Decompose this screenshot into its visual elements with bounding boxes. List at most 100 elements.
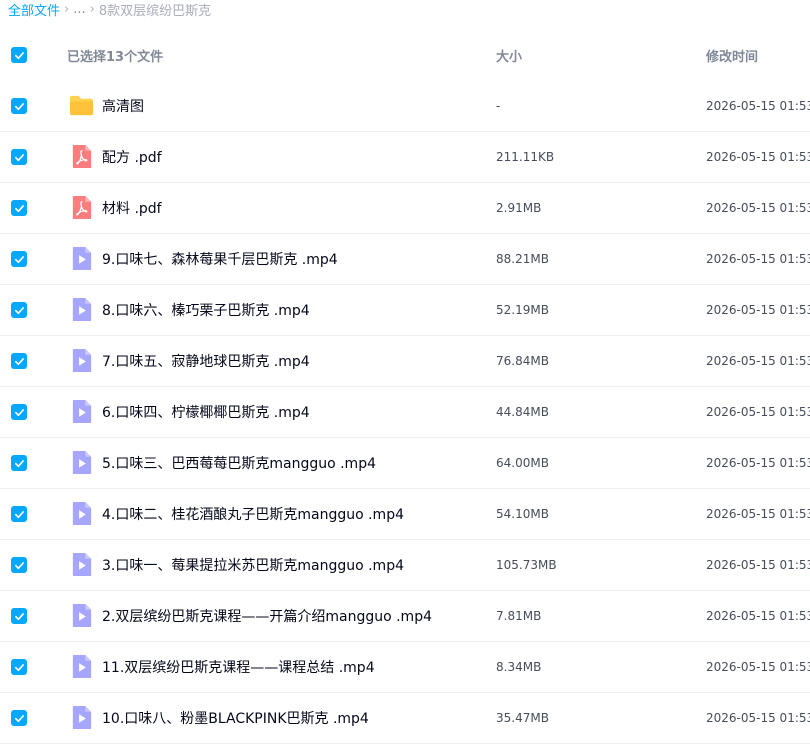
file-name-cell[interactable]: 高清图 (69, 80, 144, 131)
file-size: 8.34MB (496, 659, 542, 674)
file-row[interactable]: 材料 .pdf 2.91MB 2026-05-15 01:53 (0, 182, 810, 234)
file-name-cell[interactable]: 7.口味五、寂静地球巴斯克 .mp4 (69, 335, 310, 386)
file-name[interactable]: 7.口味五、寂静地球巴斯克 .mp4 (102, 351, 310, 371)
file-name-cell[interactable]: 3.口味一、莓果提拉米苏巴斯克mangguo .mp4 (69, 539, 404, 590)
file-size: 54.10MB (496, 506, 549, 521)
file-row[interactable]: 11.双层缤纷巴斯克课程——课程总结 .mp4 8.34MB 2026-05-1… (0, 641, 810, 693)
file-row[interactable]: 9.口味七、森林莓果千层巴斯克 .mp4 88.21MB 2026-05-15 … (0, 233, 810, 285)
row-checkbox[interactable] (11, 302, 27, 318)
file-modified-time: 2026-05-15 01:53 (706, 353, 810, 368)
file-modified-time: 2026-05-15 01:53 (706, 608, 810, 623)
file-name-cell[interactable]: 6.口味四、柠檬椰椰巴斯克 .mp4 (69, 386, 310, 437)
file-modified-time: 2026-05-15 01:53 (706, 149, 810, 164)
pdf-icon (69, 195, 94, 220)
file-name[interactable]: 5.口味三、巴西莓莓巴斯克mangguo .mp4 (102, 453, 376, 473)
folder-icon (69, 93, 94, 118)
file-name-cell[interactable]: 9.口味七、森林莓果千层巴斯克 .mp4 (69, 233, 338, 284)
file-name[interactable]: 6.口味四、柠檬椰椰巴斯克 .mp4 (102, 402, 310, 422)
file-name-cell[interactable]: 10.口味八、粉墨BLACKPINK巴斯克 .mp4 (69, 692, 369, 743)
file-name-cell[interactable]: 2.双层缤纷巴斯克课程——开篇介绍mangguo .mp4 (69, 590, 432, 641)
row-checkbox[interactable] (11, 506, 27, 522)
file-row[interactable]: 7.口味五、寂静地球巴斯克 .mp4 76.84MB 2026-05-15 01… (0, 335, 810, 387)
file-row[interactable]: 高清图 - 2026-05-15 01:53 (0, 80, 810, 132)
file-name[interactable]: 3.口味一、莓果提拉米苏巴斯克mangguo .mp4 (102, 555, 404, 575)
row-checkbox[interactable] (11, 98, 27, 114)
file-modified-time: 2026-05-15 01:53 (706, 506, 810, 521)
breadcrumb: 全部文件 › ... › 8款双层缤纷巴斯克 (8, 0, 212, 19)
pdf-icon (69, 144, 94, 169)
video-icon (69, 399, 94, 424)
row-checkbox[interactable] (11, 455, 27, 471)
row-checkbox[interactable] (11, 608, 27, 624)
file-size: 88.21MB (496, 251, 549, 266)
check-icon (14, 612, 24, 620)
file-row[interactable]: 5.口味三、巴西莓莓巴斯克mangguo .mp4 64.00MB 2026-0… (0, 437, 810, 489)
file-row[interactable]: 6.口味四、柠檬椰椰巴斯克 .mp4 44.84MB 2026-05-15 01… (0, 386, 810, 438)
file-modified-time: 2026-05-15 01:53 (706, 98, 810, 113)
chevron-right-icon: › (64, 1, 70, 17)
file-size: 211.11KB (496, 149, 555, 164)
check-icon (14, 663, 24, 671)
check-icon (14, 51, 24, 59)
file-row[interactable]: 8.口味六、榛巧栗子巴斯克 .mp4 52.19MB 2026-05-15 01… (0, 284, 810, 336)
file-name[interactable]: 材料 .pdf (102, 198, 162, 218)
select-all-checkbox[interactable] (11, 47, 27, 63)
chevron-right-icon: › (89, 1, 95, 17)
file-name[interactable]: 2.双层缤纷巴斯克课程——开篇介绍mangguo .mp4 (102, 606, 432, 626)
time-column-header[interactable]: 修改时间 (706, 30, 758, 80)
file-name[interactable]: 9.口味七、森林莓果千层巴斯克 .mp4 (102, 249, 338, 269)
file-name[interactable]: 11.双层缤纷巴斯克课程——课程总结 .mp4 (102, 657, 375, 677)
file-name[interactable]: 4.口味二、桂花酒酿丸子巴斯克mangguo .mp4 (102, 504, 404, 524)
file-modified-time: 2026-05-15 01:53 (706, 200, 810, 215)
file-name-cell[interactable]: 8.口味六、榛巧栗子巴斯克 .mp4 (69, 284, 310, 335)
file-row[interactable]: 3.口味一、莓果提拉米苏巴斯克mangguo .mp4 105.73MB 202… (0, 539, 810, 591)
file-modified-time: 2026-05-15 01:53 (706, 404, 810, 419)
row-checkbox[interactable] (11, 200, 27, 216)
breadcrumb-ellipsis-link[interactable]: ... (73, 2, 85, 17)
file-modified-time: 2026-05-15 01:53 (706, 557, 810, 572)
video-icon (69, 705, 94, 730)
file-name[interactable]: 高清图 (102, 96, 144, 116)
file-size: 52.19MB (496, 302, 549, 317)
file-row[interactable]: 2.双层缤纷巴斯克课程——开篇介绍mangguo .mp4 7.81MB 202… (0, 590, 810, 642)
file-modified-time: 2026-05-15 01:53 (706, 302, 810, 317)
file-size: 7.81MB (496, 608, 542, 623)
file-name-cell[interactable]: 11.双层缤纷巴斯克课程——课程总结 .mp4 (69, 641, 375, 692)
file-row[interactable]: 10.口味八、粉墨BLACKPINK巴斯克 .mp4 35.47MB 2026-… (0, 692, 810, 744)
file-modified-time: 2026-05-15 01:53 (706, 251, 810, 266)
selected-count-label: 已选择13个文件 (67, 49, 164, 65)
check-icon (14, 255, 24, 263)
check-icon (14, 102, 24, 110)
file-size: 2.91MB (496, 200, 542, 215)
breadcrumb-current: 8款双层缤纷巴斯克 (98, 3, 212, 19)
file-row[interactable]: 配方 .pdf 211.11KB 2026-05-15 01:53 (0, 131, 810, 183)
row-checkbox[interactable] (11, 557, 27, 573)
file-name[interactable]: 配方 .pdf (102, 147, 162, 167)
check-icon (14, 408, 24, 416)
row-checkbox[interactable] (11, 251, 27, 267)
video-icon (69, 552, 94, 577)
file-name-cell[interactable]: 材料 .pdf (69, 182, 162, 233)
check-icon (14, 459, 24, 467)
video-icon (69, 654, 94, 679)
file-modified-time: 2026-05-15 01:53 (706, 455, 810, 470)
file-name-cell[interactable]: 5.口味三、巴西莓莓巴斯克mangguo .mp4 (69, 437, 376, 488)
file-name[interactable]: 8.口味六、榛巧栗子巴斯克 .mp4 (102, 300, 310, 320)
check-icon (14, 714, 24, 722)
file-name-cell[interactable]: 配方 .pdf (69, 131, 162, 182)
video-icon (69, 450, 94, 475)
file-name-cell[interactable]: 4.口味二、桂花酒酿丸子巴斯克mangguo .mp4 (69, 488, 404, 539)
row-checkbox[interactable] (11, 659, 27, 675)
check-icon (14, 357, 24, 365)
check-icon (14, 561, 24, 569)
row-checkbox[interactable] (11, 353, 27, 369)
row-checkbox[interactable] (11, 149, 27, 165)
video-icon (69, 603, 94, 628)
file-size: 76.84MB (496, 353, 549, 368)
file-row[interactable]: 4.口味二、桂花酒酿丸子巴斯克mangguo .mp4 54.10MB 2026… (0, 488, 810, 540)
size-column-header[interactable]: 大小 (496, 30, 522, 80)
row-checkbox[interactable] (11, 710, 27, 726)
file-name[interactable]: 10.口味八、粉墨BLACKPINK巴斯克 .mp4 (102, 708, 369, 728)
row-checkbox[interactable] (11, 404, 27, 420)
breadcrumb-root-link[interactable]: 全部文件 (8, 0, 60, 19)
